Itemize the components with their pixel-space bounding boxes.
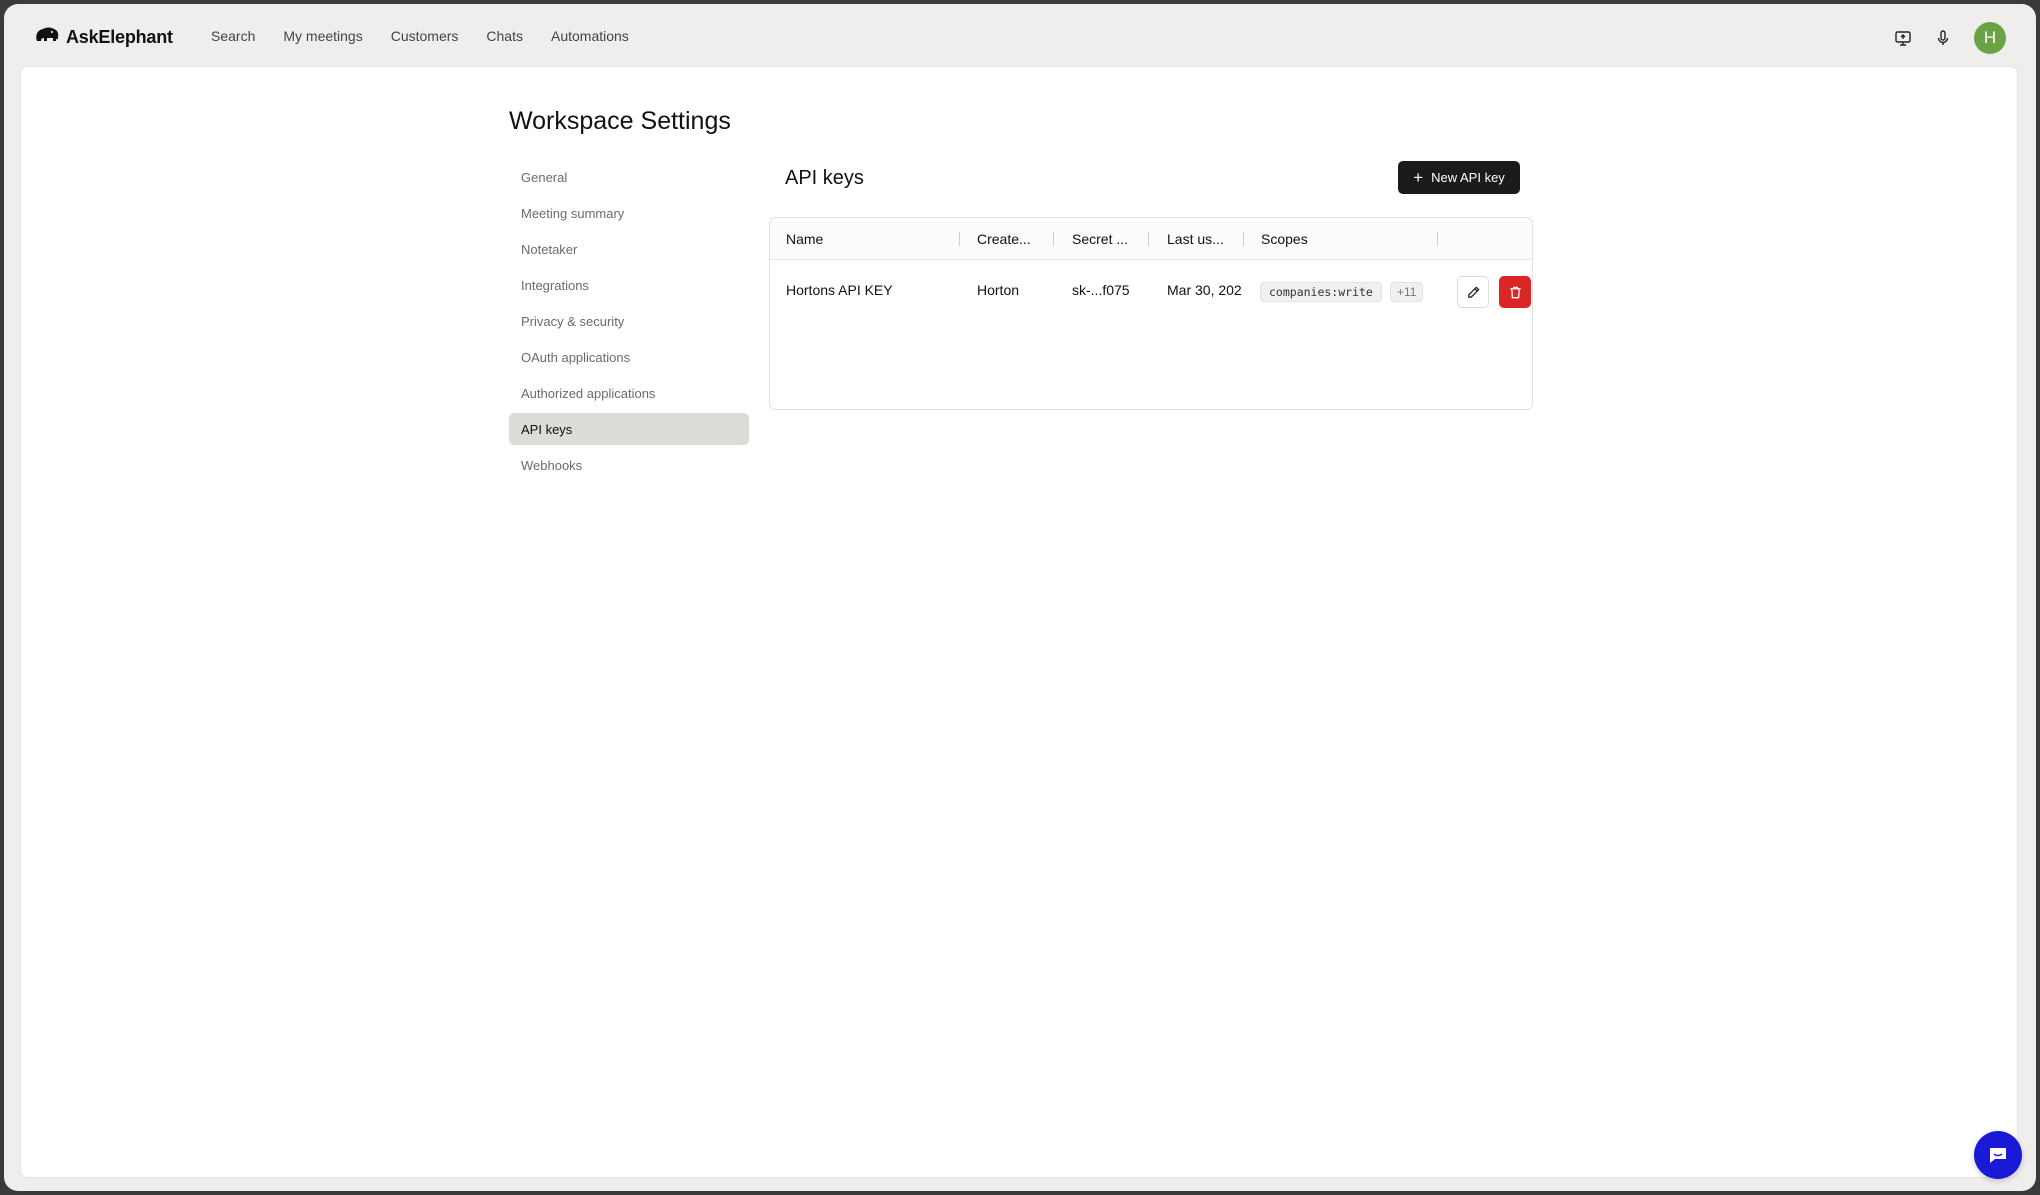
- user-avatar[interactable]: H: [1974, 22, 2006, 54]
- cell-name: Hortons API KEY: [786, 282, 893, 298]
- app-window: AskElephant Search My meetings Customers…: [4, 4, 2036, 1191]
- app-name: AskElephant: [66, 27, 173, 47]
- section-title: API keys: [785, 167, 864, 189]
- column-header-secret[interactable]: Secret ...: [1072, 231, 1128, 247]
- chat-launcher-button[interactable]: [1974, 1131, 2022, 1179]
- nav-customers[interactable]: Customers: [391, 28, 459, 44]
- column-resize-handle[interactable]: [959, 232, 960, 246]
- more-scopes-badge[interactable]: +11: [1390, 282, 1424, 302]
- table-row: Hortons API KEY Horton sk-...f075 Mar 30…: [770, 260, 1532, 324]
- nav-my-meetings[interactable]: My meetings: [283, 28, 362, 44]
- monitor-upload-icon[interactable]: [1894, 29, 1912, 47]
- sidebar-item-api-keys[interactable]: API keys: [509, 413, 749, 445]
- new-api-key-label: New API key: [1431, 170, 1505, 185]
- pencil-icon: [1467, 286, 1479, 298]
- column-resize-handle[interactable]: [1437, 232, 1438, 246]
- sidebar-item-integrations[interactable]: Integrations: [509, 269, 749, 301]
- column-header-created-by[interactable]: Create...: [977, 231, 1031, 247]
- column-header-last-used[interactable]: Last us...: [1167, 231, 1224, 247]
- api-keys-table: Name Create... Secret ... Last us... Sco…: [769, 217, 1533, 410]
- plus-icon: +: [1413, 168, 1424, 187]
- cell-secret: sk-...f075: [1072, 282, 1130, 298]
- table-header: Name Create... Secret ... Last us... Sco…: [770, 218, 1532, 260]
- new-api-key-button[interactable]: + New API key: [1398, 161, 1520, 194]
- nav-chats[interactable]: Chats: [486, 28, 523, 44]
- column-resize-handle[interactable]: [1243, 232, 1244, 246]
- sidebar-item-notetaker[interactable]: Notetaker: [509, 233, 749, 265]
- cell-created-by: Horton: [977, 282, 1020, 298]
- sidebar-item-webhooks[interactable]: Webhooks: [509, 449, 749, 481]
- column-resize-handle[interactable]: [1148, 232, 1149, 246]
- top-actions: H: [1894, 22, 2006, 54]
- sidebar-item-general[interactable]: General: [509, 161, 749, 193]
- column-resize-handle[interactable]: [1053, 232, 1054, 246]
- trash-icon: [1509, 286, 1521, 298]
- nav-automations[interactable]: Automations: [551, 28, 629, 44]
- main-nav: Search My meetings Customers Chats Autom…: [211, 28, 657, 44]
- microphone-icon[interactable]: [1934, 29, 1952, 47]
- settings-panel: Workspace Settings General Meeting summa…: [20, 66, 2018, 1178]
- edit-button[interactable]: [1457, 276, 1489, 308]
- scope-badge: companies:write: [1260, 282, 1382, 302]
- app-logo[interactable]: AskElephant: [34, 26, 173, 49]
- sidebar-item-privacy-security[interactable]: Privacy & security: [509, 305, 749, 337]
- sidebar-item-meeting-summary[interactable]: Meeting summary: [509, 197, 749, 229]
- nav-search[interactable]: Search: [211, 28, 255, 44]
- page-title: Workspace Settings: [509, 107, 731, 135]
- column-header-name[interactable]: Name: [786, 231, 823, 247]
- chat-bubble-icon: [1990, 1148, 2006, 1163]
- top-nav-bar: AskElephant Search My meetings Customers…: [4, 4, 2036, 70]
- delete-button[interactable]: [1499, 276, 1531, 308]
- cell-last-used: Mar 30, 202: [1167, 282, 1242, 298]
- sidebar-item-oauth-applications[interactable]: OAuth applications: [509, 341, 749, 373]
- elephant-icon: [34, 26, 60, 49]
- sidebar-item-authorized-applications[interactable]: Authorized applications: [509, 377, 749, 409]
- column-header-scopes[interactable]: Scopes: [1261, 231, 1308, 247]
- settings-sidebar: General Meeting summary Notetaker Integr…: [509, 161, 749, 485]
